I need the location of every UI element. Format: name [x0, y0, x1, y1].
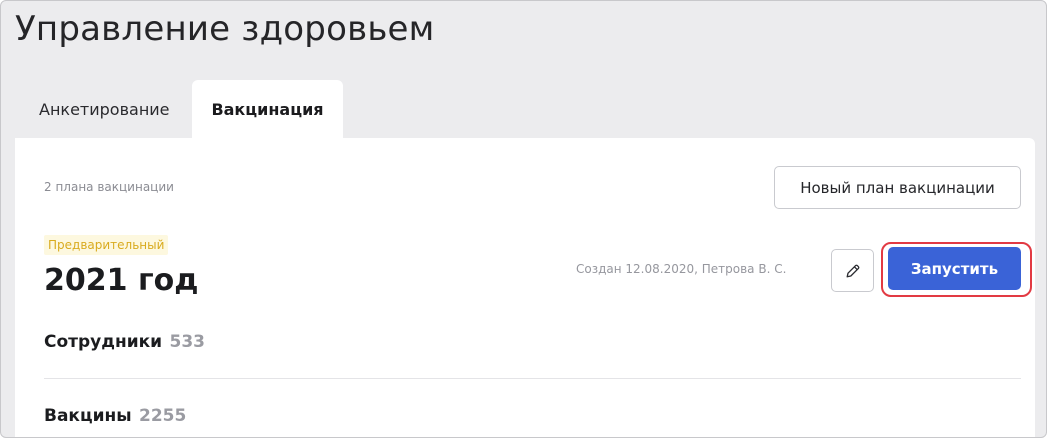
status-badge: Предварительный	[44, 235, 169, 255]
app-window: Управление здоровьем Анкетирование Вакци…	[0, 0, 1047, 438]
start-button[interactable]: Запустить	[888, 247, 1021, 290]
pencil-icon	[844, 262, 862, 280]
employees-count: 533	[169, 332, 206, 352]
employees-section[interactable]: Сотрудники 533	[44, 332, 205, 352]
tab-questionnaire[interactable]: Анкетирование	[15, 80, 192, 138]
employees-label: Сотрудники	[44, 332, 163, 352]
page-title: Управление здоровьем	[15, 9, 435, 49]
section-divider	[44, 378, 1021, 379]
edit-button[interactable]	[831, 249, 874, 292]
vaccines-label: Вакцины	[44, 406, 132, 426]
vaccines-count: 2255	[139, 406, 187, 426]
plan-title: 2021 год	[44, 263, 199, 298]
vaccines-section[interactable]: Вакцины 2255	[44, 406, 186, 426]
created-info: Создан 12.08.2020, Петрова В. С.	[576, 262, 787, 276]
tab-vaccination[interactable]: Вакцинация	[192, 80, 343, 138]
vaccination-panel: 2 плана вакцинации Новый план вакцинации…	[15, 138, 1035, 437]
tab-bar: Анкетирование Вакцинация	[15, 80, 343, 138]
new-plan-button[interactable]: Новый план вакцинации	[774, 166, 1021, 209]
plans-count: 2 плана вакцинации	[44, 180, 174, 194]
